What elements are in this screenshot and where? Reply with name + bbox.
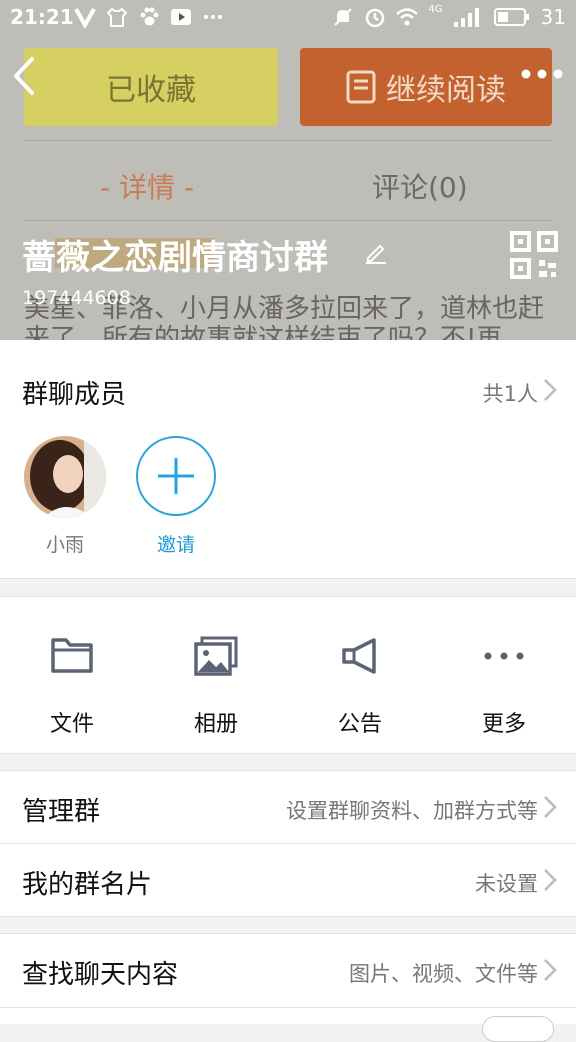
battery-level: 31 bbox=[540, 5, 566, 29]
group-card-title: 我的群名片 bbox=[22, 870, 153, 900]
member-name: 小雨 bbox=[46, 534, 85, 556]
album-button[interactable]: 相册 bbox=[144, 620, 288, 740]
announcement-label: 公告 bbox=[337, 712, 382, 737]
plus-icon bbox=[158, 458, 194, 494]
signal-icon bbox=[453, 8, 479, 27]
manage-group-row[interactable]: 管理群 设置群聊资料、加群方式等 bbox=[0, 771, 576, 843]
collected-label: 已收藏 bbox=[106, 73, 196, 108]
book-icon bbox=[346, 70, 376, 104]
group-name: 蔷薇之恋剧情商讨群 bbox=[22, 238, 328, 278]
toggle-switch[interactable] bbox=[482, 1016, 554, 1042]
chevron-right-icon bbox=[544, 869, 557, 891]
group-header: 已收藏 继续阅读 - 详情 - 评论(0) 美星、菲洛、小月从潘多拉回来了，道林… bbox=[0, 0, 576, 340]
back-icon[interactable] bbox=[10, 55, 40, 97]
shirt-icon bbox=[106, 7, 128, 27]
continue-reading-label: 继续阅读 bbox=[386, 73, 506, 108]
paw-icon bbox=[140, 7, 159, 26]
search-chat-row[interactable]: 查找聊天内容 图片、视频、文件等 bbox=[0, 934, 576, 1007]
continue-reading-button: 继续阅读 bbox=[300, 48, 552, 126]
network-type: 4G bbox=[428, 3, 443, 15]
group-id: 197444608 bbox=[22, 287, 131, 309]
mute-icon bbox=[334, 8, 353, 26]
megaphone-icon bbox=[342, 638, 376, 674]
more-label: 更多 bbox=[481, 712, 526, 737]
group-card-row[interactable]: 我的群名片 未设置 bbox=[0, 844, 576, 916]
album-label: 相册 bbox=[193, 712, 238, 737]
group-card-value: 未设置 bbox=[475, 872, 538, 896]
tab-comments: 评论(0) bbox=[372, 171, 468, 204]
qr-code-icon[interactable] bbox=[510, 231, 558, 279]
members-count-row[interactable]: 共1人 bbox=[436, 370, 576, 410]
divider bbox=[0, 753, 576, 754]
invite-label: 邀请 bbox=[157, 534, 196, 556]
avatar-image bbox=[24, 436, 106, 518]
more-button[interactable]: 更多 bbox=[432, 620, 576, 740]
battery-icon bbox=[493, 8, 529, 26]
status-time: 21:21 bbox=[10, 5, 74, 29]
divider bbox=[24, 140, 552, 141]
more-icon bbox=[484, 652, 524, 660]
search-chat-title: 查找聊天内容 bbox=[22, 960, 179, 990]
chevron-right-icon bbox=[544, 379, 557, 401]
search-chat-value: 图片、视频、文件等 bbox=[349, 962, 538, 986]
divider bbox=[24, 220, 552, 221]
edit-icon[interactable] bbox=[364, 240, 388, 264]
chevron-right-icon bbox=[544, 959, 557, 981]
invite-button[interactable] bbox=[136, 436, 216, 516]
status-bar: 21:21 4G 31 bbox=[0, 0, 576, 34]
app-v-icon bbox=[74, 8, 96, 28]
collected-button: 已收藏 bbox=[24, 48, 278, 126]
tab-detail: - 详情 - bbox=[100, 171, 195, 204]
files-button[interactable]: 文件 bbox=[0, 620, 144, 740]
files-label: 文件 bbox=[49, 712, 94, 737]
manage-group-title: 管理群 bbox=[22, 797, 101, 827]
member-avatar[interactable] bbox=[24, 436, 106, 518]
folder-icon bbox=[51, 638, 93, 673]
chevron-right-icon bbox=[544, 796, 557, 818]
alarm-icon bbox=[366, 8, 385, 28]
announcement-button[interactable]: 公告 bbox=[288, 620, 432, 740]
video-icon bbox=[171, 9, 191, 25]
wifi-icon bbox=[396, 8, 419, 26]
manage-group-value: 设置群聊资料、加群方式等 bbox=[286, 799, 538, 823]
divider bbox=[0, 578, 576, 579]
more-notifications-icon bbox=[204, 15, 222, 19]
album-icon bbox=[194, 636, 238, 676]
more-options-icon[interactable] bbox=[520, 64, 564, 84]
divider bbox=[0, 916, 576, 917]
members-title: 群聊成员 bbox=[22, 380, 127, 410]
members-count: 共1人 bbox=[482, 382, 538, 406]
